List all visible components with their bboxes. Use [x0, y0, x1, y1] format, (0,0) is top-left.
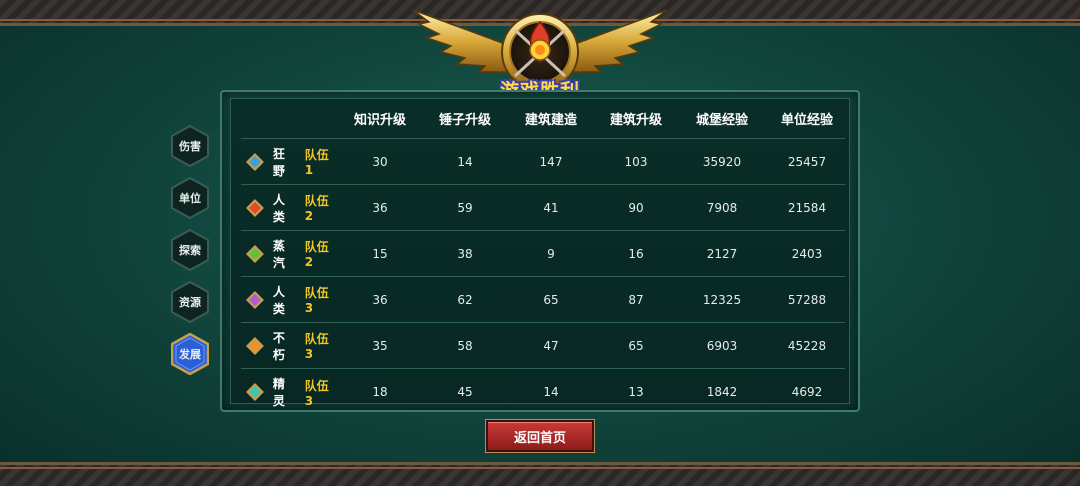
stat-cell: 147	[539, 154, 563, 169]
tab-development[interactable]: 发展	[171, 333, 209, 375]
stat-cell: 45	[457, 385, 473, 399]
bottom-border	[0, 462, 1080, 486]
stat-cell: 38	[457, 246, 473, 261]
return-home-button[interactable]: 返回首页	[485, 419, 595, 453]
table-row: 狂野 队伍1 30 14 147 103 35920 25457	[241, 139, 845, 185]
tab-label: 单位	[179, 192, 201, 205]
player-cell: 狂野 队伍1	[241, 139, 337, 184]
tab-label: 资源	[179, 296, 201, 309]
diamond-gem-icon	[245, 152, 264, 171]
stat-cell: 103	[624, 154, 648, 169]
stat-cell: 65	[543, 292, 559, 307]
stats-panel: 知识升级 锤子升级 建筑建造 建筑升级 城堡经验 单位经验 狂野 队伍1 30 14 1…	[220, 90, 860, 412]
stat-cell: 4692	[791, 385, 823, 399]
race-name: 狂野	[272, 146, 285, 178]
stat-cell: 6903	[706, 338, 738, 353]
tab-label: 探索	[179, 244, 201, 257]
column-header: 锤子升级	[438, 113, 491, 128]
column-header: 单位经验	[780, 113, 833, 128]
player-cell: 不朽 队伍3	[241, 323, 337, 368]
stat-cell: 1842	[706, 385, 738, 399]
race-name: 精灵	[272, 377, 285, 408]
tab-label: 伤害	[179, 140, 201, 153]
stat-cell: 12325	[702, 292, 742, 307]
diamond-gem-icon	[245, 198, 264, 217]
diamond-gem-icon	[245, 244, 264, 263]
column-header: 建筑建造	[524, 113, 577, 128]
team-name: 队伍3	[304, 286, 329, 315]
table-row: 蒸汽 队伍2 15 38 9 16 2127 2403	[241, 231, 845, 277]
stat-cell: 87	[628, 292, 644, 307]
diamond-gem-icon	[245, 290, 264, 309]
table-row: 人类 队伍2 36 59 41 90 7908 21584	[241, 185, 845, 231]
player-cell: 蒸汽 队伍2	[241, 231, 337, 276]
stat-cell: 58	[457, 338, 473, 353]
stat-cell: 30	[372, 154, 388, 169]
stat-cell: 41	[543, 200, 559, 215]
table-row: 不朽 队伍3 35 58 47 65 6903 45228	[241, 323, 845, 369]
team-name: 队伍2	[304, 194, 329, 223]
table-row: 人类 队伍3 36 62 65 87 12325 57288	[241, 277, 845, 323]
stat-cell: 45228	[787, 338, 827, 353]
stat-cell: 14	[543, 385, 559, 399]
stat-cell: 14	[457, 154, 473, 169]
stat-cell: 62	[457, 292, 473, 307]
tab-damage[interactable]: 伤害	[171, 125, 209, 167]
race-name: 人类	[272, 284, 285, 316]
tab-label: 发展	[179, 348, 201, 361]
race-name: 蒸汽	[272, 238, 285, 270]
team-name: 队伍3	[304, 332, 329, 361]
stats-table: 知识升级 锤子升级 建筑建造 建筑升级 城堡经验 单位经验 狂野 队伍1 30 14 1…	[230, 98, 850, 408]
stat-cell: 65	[628, 338, 644, 353]
team-name: 队伍1	[304, 148, 329, 177]
tab-resources[interactable]: 资源	[171, 281, 209, 323]
diamond-gem-icon	[245, 383, 264, 401]
team-name: 队伍2	[304, 240, 329, 269]
player-cell: 精灵 队伍3	[241, 369, 337, 415]
stat-cell: 13	[628, 385, 644, 399]
stat-cell: 57288	[787, 292, 827, 307]
stat-cell: 36	[372, 200, 388, 215]
tab-units[interactable]: 单位	[171, 177, 209, 219]
stat-cell: 2127	[706, 246, 738, 261]
stat-cell: 36	[372, 292, 388, 307]
race-name: 不朽	[272, 330, 285, 362]
race-name: 人类	[272, 192, 285, 224]
player-cell: 人类 队伍3	[241, 277, 337, 322]
column-header: 城堡经验	[695, 113, 748, 128]
stat-cell: 9	[547, 246, 555, 261]
column-header: 知识升级	[353, 113, 406, 128]
column-header: 建筑升级	[609, 113, 662, 128]
stat-cell: 35920	[702, 154, 742, 169]
stat-cell: 25457	[787, 154, 827, 169]
stat-cell: 16	[628, 246, 644, 261]
stat-cell: 59	[457, 200, 473, 215]
stat-cell: 15	[372, 246, 388, 261]
team-name: 队伍3	[304, 378, 329, 408]
stat-cell: 90	[628, 200, 644, 215]
stat-cell: 2403	[791, 246, 823, 261]
stat-cell: 21584	[787, 200, 827, 215]
diamond-gem-icon	[245, 336, 264, 355]
stat-cell: 47	[543, 338, 559, 353]
table-header: 知识升级 锤子升级 建筑建造 建筑升级 城堡经验 单位经验	[241, 99, 845, 139]
table-row: 精灵 队伍3 18 45 14 13 1842 4692	[241, 369, 845, 415]
stat-cell: 35	[372, 338, 388, 353]
tab-explore[interactable]: 探索	[171, 229, 209, 271]
stat-cell: 18	[372, 385, 388, 399]
stat-cell: 7908	[706, 200, 738, 215]
player-cell: 人类 队伍2	[241, 185, 337, 230]
